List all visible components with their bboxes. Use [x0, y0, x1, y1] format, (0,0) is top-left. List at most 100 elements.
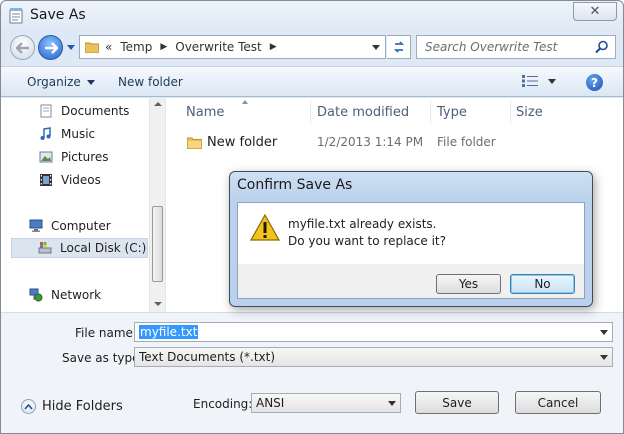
pictures-icon	[39, 151, 53, 163]
close-icon: ✕	[589, 4, 601, 19]
address-bar[interactable]: « Temp ▶ Overwrite Test ▶	[79, 35, 386, 59]
breadcrumb-item-overwrite-test[interactable]: Overwrite Test	[175, 40, 261, 54]
encoding-value: ANSI	[256, 396, 285, 410]
back-button[interactable]	[10, 35, 35, 60]
dialog-message-line2: Do you want to replace it?	[288, 234, 446, 248]
file-name-input[interactable]: myfile.txt	[139, 325, 199, 339]
arrow-left-icon	[15, 41, 29, 54]
save-as-type-label: Save as type:	[62, 351, 144, 365]
title-bar[interactable]: Save As ✕	[1, 1, 623, 31]
organize-button[interactable]: Organize	[27, 75, 95, 89]
recent-pages-dropdown[interactable]	[67, 45, 75, 50]
sidebar-item-videos[interactable]: Videos	[39, 170, 101, 190]
navigation-pane: Documents Music Pictures Videos Computer…	[1, 98, 165, 312]
folder-icon	[187, 137, 202, 149]
file-date-cell: 1/2/2013 1:14 PM	[317, 135, 424, 149]
folder-icon	[85, 42, 99, 53]
breadcrumb-separator-icon[interactable]: ▶	[160, 42, 167, 52]
save-as-type-select[interactable]: Text Documents (*.txt)	[134, 347, 613, 367]
search-input[interactable]	[417, 36, 592, 58]
scrollbar-thumb[interactable]	[152, 206, 163, 282]
breadcrumb-separator-icon[interactable]: ▶	[270, 42, 277, 52]
table-row[interactable]: New folder 1/2/2013 1:14 PM File folder	[166, 132, 623, 154]
column-divider[interactable]	[430, 101, 431, 123]
sidebar-item-pictures[interactable]: Pictures	[39, 147, 109, 167]
sidebar-item-label: Local Disk (C:)	[60, 241, 147, 255]
dialog-body: myfile.txt already exists. Do you want t…	[237, 202, 585, 299]
sidebar-item-label: Music	[61, 127, 96, 141]
sidebar-item-label: Network	[51, 288, 102, 302]
dialog-title: Confirm Save As	[237, 177, 353, 193]
chevron-up-icon	[21, 399, 36, 414]
sidebar-item-label: Computer	[51, 219, 111, 233]
column-header-size[interactable]: Size	[516, 105, 543, 120]
sidebar-item-music[interactable]: Music	[39, 124, 95, 144]
encoding-select[interactable]: ANSI	[251, 393, 401, 413]
search-box[interactable]	[416, 35, 616, 59]
breadcrumb-overflow[interactable]: «	[105, 40, 112, 54]
encoding-label: Encoding:	[193, 397, 253, 411]
chevron-down-icon	[548, 78, 556, 84]
chevron-down-icon	[388, 401, 396, 406]
dialog-message-line1: myfile.txt already exists.	[288, 217, 437, 231]
refresh-icon	[393, 41, 404, 53]
save-options-panel: File name: myfile.txt Save as type: Text…	[1, 312, 623, 433]
navigation-scrollbar[interactable]	[149, 98, 165, 312]
column-divider[interactable]	[310, 101, 311, 123]
notepad-icon	[9, 8, 23, 24]
warning-icon	[250, 214, 280, 241]
save-button[interactable]: Save	[415, 391, 499, 414]
sidebar-item-network[interactable]: Network	[29, 285, 101, 305]
scroll-up-icon[interactable]	[154, 102, 162, 106]
yes-button[interactable]: Yes	[436, 274, 501, 294]
sidebar-item-computer[interactable]: Computer	[29, 216, 111, 236]
close-button[interactable]: ✕	[573, 2, 617, 21]
hide-folders-label: Hide Folders	[42, 399, 123, 414]
sidebar-item-label: Pictures	[61, 150, 109, 164]
computer-icon	[29, 219, 43, 232]
file-name-label: File name:	[75, 326, 137, 340]
file-name-cell: New folder	[207, 135, 278, 150]
no-button[interactable]: No	[510, 274, 575, 294]
hide-folders-button[interactable]: Hide Folders	[21, 399, 123, 414]
network-icon	[29, 288, 43, 302]
local-disk-icon	[38, 242, 52, 254]
column-header-type[interactable]: Type	[437, 105, 467, 120]
chevron-down-icon	[600, 355, 608, 360]
documents-icon	[40, 104, 52, 118]
videos-icon	[40, 174, 52, 186]
window-title: Save As	[30, 7, 86, 23]
file-type-cell: File folder	[437, 135, 496, 149]
change-view-button[interactable]	[522, 75, 556, 87]
confirm-save-as-dialog: Confirm Save As myfile.txt already exist…	[229, 171, 593, 307]
sidebar-item-label: Videos	[61, 173, 101, 187]
sort-ascending-icon	[242, 100, 248, 104]
sidebar-item-local-disk[interactable]: Local Disk (C:)	[11, 238, 148, 258]
forward-button[interactable]	[38, 35, 63, 60]
column-header-name[interactable]: Name	[186, 105, 224, 120]
search-icon[interactable]	[595, 40, 609, 54]
breadcrumb-item-temp[interactable]: Temp	[120, 40, 152, 54]
command-bar: Organize New folder ?	[1, 66, 623, 97]
column-header-date-modified[interactable]: Date modified	[317, 105, 409, 120]
chevron-down-icon	[372, 44, 380, 50]
arrow-right-icon	[44, 41, 58, 54]
breadcrumb: « Temp ▶ Overwrite Test ▶	[105, 40, 277, 54]
file-name-field[interactable]: myfile.txt	[134, 322, 613, 342]
address-dropdown[interactable]	[367, 36, 385, 58]
refresh-button[interactable]	[387, 35, 411, 59]
sidebar-item-label: Documents	[61, 104, 130, 118]
new-folder-button[interactable]: New folder	[118, 75, 183, 89]
cancel-button[interactable]: Cancel	[515, 391, 601, 414]
help-icon[interactable]: ?	[586, 74, 603, 91]
save-as-type-value: Text Documents (*.txt)	[139, 350, 276, 364]
column-divider[interactable]	[510, 101, 511, 123]
chevron-down-icon	[86, 79, 95, 85]
dialog-message-area: myfile.txt already exists. Do you want t…	[238, 203, 584, 264]
organize-label: Organize	[27, 75, 81, 89]
sidebar-item-documents[interactable]: Documents	[39, 101, 129, 121]
chevron-down-icon[interactable]	[600, 330, 608, 335]
navigation-bar: « Temp ▶ Overwrite Test ▶	[1, 31, 623, 65]
scroll-down-icon[interactable]	[154, 302, 162, 306]
music-icon	[40, 127, 51, 140]
